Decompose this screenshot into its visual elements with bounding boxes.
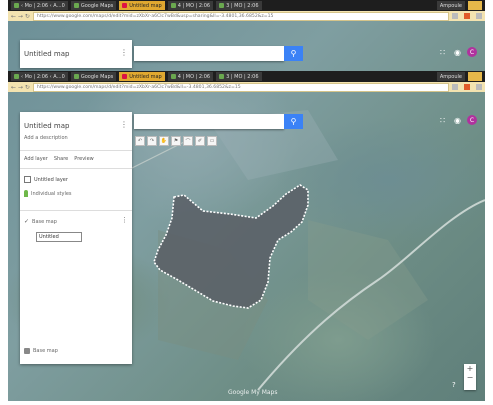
layer-header: Untitled layer: [24, 176, 68, 183]
browser-tab[interactable]: ‹ Mo | 2:06 ‹ A…0: [11, 72, 68, 81]
browser-address-bar: ← → ↻ https://www.google.com/maps/d/edit…: [8, 11, 485, 21]
layer-menu-icon[interactable]: ⋮: [121, 216, 128, 224]
account-icon[interactable]: ◉: [454, 48, 461, 57]
feature-item[interactable]: Untitled: [36, 232, 82, 242]
map-menu-icon[interactable]: ⋮: [120, 48, 128, 57]
browser-menu-icon[interactable]: [476, 84, 482, 90]
basemap-thumb-icon[interactable]: [24, 348, 30, 354]
google-attribution: Google My Maps: [228, 389, 278, 396]
map-title[interactable]: Untitled map: [24, 50, 69, 58]
map-description[interactable]: Add a description: [24, 135, 68, 141]
tab-favicon-icon: [14, 3, 19, 8]
layer-style-link[interactable]: Individual styles: [31, 191, 72, 197]
browser-user-label[interactable]: Ampoule: [436, 1, 465, 10]
map-info-panel-top: Untitled map ⋮: [20, 40, 132, 68]
tab-favicon-icon: [219, 3, 225, 8]
avatar[interactable]: C: [467, 47, 477, 57]
url-field[interactable]: https://www.google.com/maps/d/edit?mid=z…: [32, 11, 449, 21]
zoom-out-button[interactable]: −: [464, 373, 476, 382]
tab-favicon-icon: [219, 74, 225, 79]
help-icon[interactable]: ?: [452, 381, 456, 389]
add-layer-button[interactable]: Add layer: [24, 156, 48, 162]
undo-icon[interactable]: ↶: [135, 136, 145, 146]
redo-icon[interactable]: ↷: [147, 136, 157, 146]
url-field[interactable]: https://www.google.com/maps/d/edit?mid=z…: [32, 82, 449, 92]
checkmark-icon: ✓: [24, 218, 30, 225]
preview-button[interactable]: Preview: [74, 156, 93, 162]
tab-favicon-icon: [73, 3, 79, 8]
panel-actions: Add layer Share Preview: [24, 156, 94, 162]
tab-favicon-icon: [73, 74, 79, 79]
divider: [20, 210, 132, 211]
browser-tab-bar-second: ‹ Mo | 2:06 ‹ A…0 Google Maps Untitled m…: [8, 71, 485, 82]
apps-grid-icon[interactable]: ∷: [440, 116, 445, 125]
tab-favicon-icon: [170, 3, 176, 8]
browser-tab[interactable]: Google Maps: [70, 72, 117, 81]
window-controls[interactable]: [468, 72, 482, 81]
back-forward-icon[interactable]: ← → ↻: [11, 84, 30, 91]
browser-tab[interactable]: ‹ Mo | 2:06 ‹ A…0: [11, 1, 68, 10]
marker-icon: [24, 190, 28, 197]
browser-address-bar-second: ← → ↻ https://www.google.com/maps/d/edit…: [8, 82, 485, 92]
divider: [20, 168, 132, 169]
browser-tab[interactable]: Google Maps: [70, 1, 117, 10]
search-input[interactable]: [134, 46, 284, 61]
zoom-in-button[interactable]: +: [464, 364, 476, 373]
back-forward-icon[interactable]: ← → ↻: [11, 13, 30, 20]
add-directions-icon[interactable]: ✐: [195, 136, 205, 146]
hand-tool-icon[interactable]: ✋: [159, 136, 169, 146]
browser-tab[interactable]: 4 | MO | 2:06: [167, 1, 214, 10]
layer-checkbox[interactable]: [24, 176, 31, 183]
extension-icon[interactable]: [464, 13, 470, 19]
bookmark-star-icon[interactable]: [452, 13, 458, 19]
divider: [20, 150, 132, 151]
layer-name[interactable]: Untitled layer: [34, 177, 68, 183]
base-map-row: ✓ Base map: [24, 218, 57, 225]
browser-tab[interactable]: 3 | MO | 2:06: [216, 1, 262, 10]
layer-style-row: Individual styles: [24, 190, 72, 197]
map-toolbar: ↶ ↷ ✋ ⚑ ⌒ ✐ ▭: [135, 136, 217, 146]
browser-tab-bar: ‹ Mo | 2:06 ‹ A…0 Google Maps Untitled m…: [8, 0, 485, 11]
browser-tab[interactable]: 3 | MO | 2:06: [216, 72, 262, 81]
add-marker-icon[interactable]: ⚑: [171, 136, 181, 146]
browser-tab-active[interactable]: Untitled map: [119, 72, 165, 81]
tab-favicon-icon: [14, 74, 19, 79]
avatar[interactable]: C: [467, 115, 477, 125]
tab-favicon-icon: [122, 74, 128, 79]
account-icon[interactable]: ◉: [454, 116, 461, 125]
screenshot-frame: ‹ Mo | 2:06 ‹ A…0 Google Maps Untitled m…: [8, 0, 485, 401]
browser-menu-icon[interactable]: [476, 13, 482, 19]
apps-grid-icon[interactable]: ∷: [440, 48, 445, 57]
map-menu-icon[interactable]: ⋮: [120, 120, 128, 129]
terrain-patch: [308, 220, 428, 340]
map-title[interactable]: Untitled map: [24, 122, 69, 130]
measure-icon[interactable]: ▭: [207, 136, 217, 146]
tab-favicon-icon: [170, 74, 176, 79]
search-icon[interactable]: ⚲: [284, 46, 303, 61]
window-controls[interactable]: [468, 1, 482, 10]
tab-favicon-icon: [122, 3, 128, 8]
draw-line-icon[interactable]: ⌒: [183, 136, 193, 146]
extension-icon[interactable]: [464, 84, 470, 90]
map-side-panel: Untitled map ⋮ Add a description Add lay…: [20, 112, 132, 364]
search-icon[interactable]: ⚲: [284, 114, 303, 129]
share-button[interactable]: Share: [54, 156, 68, 162]
browser-user-label[interactable]: Ampoule: [436, 72, 465, 81]
browser-tab[interactable]: 4 | MO | 2:06: [167, 72, 214, 81]
base-map-footer: Base map: [24, 348, 58, 354]
browser-tab-active[interactable]: Untitled map: [119, 1, 165, 10]
zoom-control: + −: [464, 364, 476, 390]
search-input[interactable]: [134, 114, 284, 129]
bookmark-star-icon[interactable]: [452, 84, 458, 90]
base-map-label[interactable]: Base map: [32, 219, 57, 225]
